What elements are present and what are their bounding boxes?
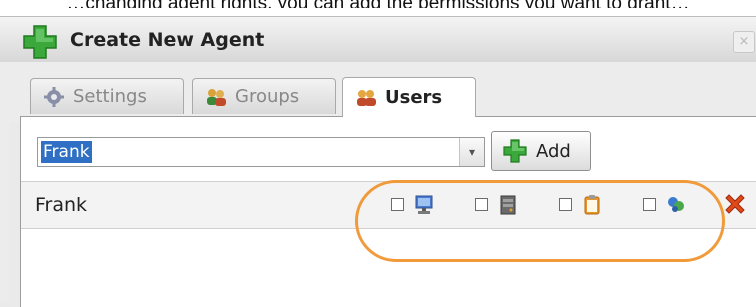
tab-settings[interactable]: Settings — [30, 78, 184, 114]
gear-icon — [44, 86, 64, 107]
tab-settings-label: Settings — [73, 86, 147, 107]
close-icon[interactable]: × — [733, 31, 755, 53]
green-plus-icon — [503, 139, 527, 163]
users-icon — [357, 89, 376, 106]
tab-users[interactable]: Users — [342, 77, 476, 117]
caption-text: …changing agent rights, you can add the … — [0, 0, 756, 8]
add-button[interactable]: Add — [491, 131, 591, 171]
dialog-left-edge — [0, 62, 10, 302]
tab-groups-label: Groups — [235, 86, 300, 107]
dialog-title: Create New Agent — [70, 29, 265, 51]
red-x-icon[interactable] — [721, 190, 749, 218]
user-select-value[interactable]: Frank — [41, 141, 92, 163]
user-row-name: Frank — [35, 194, 88, 216]
chevron-down-icon[interactable]: ▾ — [459, 138, 484, 166]
user-select[interactable]: Frank ▾ — [37, 137, 485, 167]
groups-icon — [207, 88, 226, 106]
tab-users-label: Users — [385, 87, 443, 108]
add-button-label: Add — [536, 140, 571, 162]
tab-groups[interactable]: Groups — [192, 78, 336, 114]
dialog-titlebar: Create New Agent × — [0, 17, 756, 64]
green-plus-icon — [23, 25, 57, 59]
permissions-highlight — [355, 180, 725, 262]
